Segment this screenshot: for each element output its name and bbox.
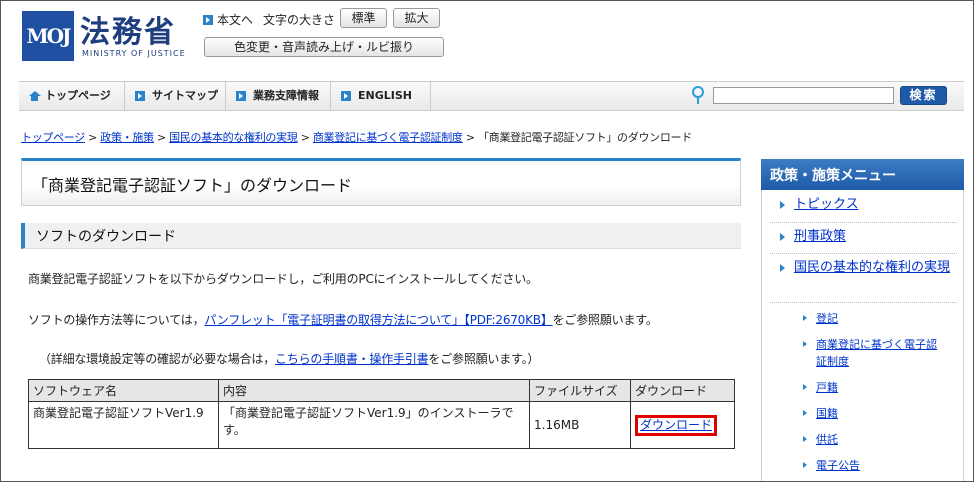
page-frame: MOJ 法務省 MINISTRY OF JUSTICE 本文へ 文字の大きさ 標… xyxy=(0,0,974,482)
nav-home-label: トップページ xyxy=(45,89,111,102)
divider xyxy=(770,222,957,223)
divider xyxy=(770,253,957,254)
breadcrumb-link-top[interactable]: トップページ xyxy=(21,131,85,144)
sidebar-item-label[interactable]: トピックス xyxy=(794,197,859,212)
site-logo-title[interactable]: 法務省 xyxy=(80,7,176,51)
col-header-name: ソフトウェア名 xyxy=(28,379,219,402)
sidebar-subitem-nationality[interactable]: 国籍 xyxy=(762,405,957,422)
manual-paragraph: ソフトの操作方法等については，パンフレット「電子証明書の取得方法について」【PD… xyxy=(28,311,658,328)
page-title: 「商業登記電子認証ソフト」のダウンロード xyxy=(32,176,353,195)
download-table: ソフトウェア名 内容 ファイルサイズ ダウンロード 商業登記電子認証ソフトVer… xyxy=(28,379,735,449)
cell-file-size: 1.16MB xyxy=(529,401,631,449)
manual-suffix: をご参照願います。 xyxy=(552,313,658,327)
breadcrumb-separator: > xyxy=(153,131,170,144)
moj-logo-mark[interactable]: MOJ xyxy=(22,11,74,61)
breadcrumb-separator: > xyxy=(297,131,313,144)
breadcrumb: トップページ > 政策・施策 > 国民の基本的な権利の実現 > 商業登記に基づく… xyxy=(21,129,692,145)
guide-suffix: をご参照願います。） xyxy=(428,352,540,366)
nav-english[interactable]: ENGLISH xyxy=(331,82,431,110)
arrow-right-icon xyxy=(803,436,807,442)
section-heading-box: ソフトのダウンロード xyxy=(21,223,741,249)
manual-prefix: ソフトの操作方法等については， xyxy=(28,313,205,327)
section-title: ソフトのダウンロード xyxy=(36,229,176,245)
skip-to-content-link[interactable]: 本文へ xyxy=(203,11,253,28)
table-row: 商業登記電子認証ソフトVer1.9 「商業登記電子認証ソフトVer1.9」のイン… xyxy=(28,401,735,449)
breadcrumb-separator: > xyxy=(462,131,478,144)
arrow-right-icon xyxy=(803,315,807,321)
table-header-row: ソフトウェア名 内容 ファイルサイズ ダウンロード xyxy=(28,379,735,402)
arrow-right-icon xyxy=(780,233,785,241)
nav-business-label: 業務支障情報 xyxy=(253,89,319,102)
nav-home[interactable]: トップページ xyxy=(19,82,125,110)
arrow-square-icon xyxy=(341,91,351,101)
col-header-description: 内容 xyxy=(218,379,530,402)
search-input[interactable] xyxy=(713,87,894,104)
arrow-right-icon xyxy=(780,201,785,209)
skip-link-label: 本文へ xyxy=(217,13,254,27)
font-size-label: 文字の大きさ xyxy=(263,13,336,27)
col-header-size: ファイルサイズ xyxy=(529,379,631,402)
sidebar-subitem-e-notice[interactable]: 電子公告 xyxy=(762,457,957,474)
guide-paragraph: （詳細な環境設定等の確認が必要な場合は，こちらの手順書・操作手引書をご参照願いま… xyxy=(39,350,539,367)
sidebar-title: 政策・施策メニュー xyxy=(761,159,964,190)
sidebar-subitem-label[interactable]: 国籍 xyxy=(816,407,838,420)
arrow-right-icon xyxy=(780,264,785,272)
breadcrumb-current: 「商業登記電子認証ソフト」のダウンロード xyxy=(477,131,692,144)
cell-software-name: 商業登記電子認証ソフトVer1.9 xyxy=(28,401,219,449)
arrow-right-icon xyxy=(803,410,807,416)
sidebar-subitem-family-register[interactable]: 戸籍 xyxy=(762,379,957,396)
sidebar-subitem-deposit[interactable]: 供託 xyxy=(762,431,957,448)
sidebar-subitem-label[interactable]: 戸籍 xyxy=(816,381,838,394)
site-logo-subtitle: MINISTRY OF JUSTICE xyxy=(82,49,186,58)
arrow-right-icon xyxy=(803,341,807,347)
nav-business-info[interactable]: 業務支障情報 xyxy=(226,82,331,110)
sidebar-item-label[interactable]: 刑事政策 xyxy=(794,229,846,244)
guide-prefix: （詳細な環境設定等の確認が必要な場合は， xyxy=(39,352,276,366)
pamphlet-pdf-link[interactable]: パンフレット「電子証明書の取得方法について」【PDF:2670KB】 xyxy=(204,313,552,327)
cell-description: 「商業登記電子認証ソフトVer1.9」のインストーラです。 xyxy=(218,401,530,449)
sidebar-item-label[interactable]: 国民の基本的な権利の実現 xyxy=(794,260,950,275)
sidebar-item-rights[interactable]: 国民の基本的な権利の実現 xyxy=(762,257,963,279)
sidebar-item-topics[interactable]: トピックス xyxy=(762,194,963,216)
download-link[interactable]: ダウンロード xyxy=(635,414,718,436)
search-button[interactable]: 検索 xyxy=(900,86,947,105)
accessibility-button[interactable]: 色変更・音声読み上げ・ルビ振り xyxy=(204,37,444,57)
font-standard-button[interactable]: 標準 xyxy=(340,8,387,28)
breadcrumb-link-policy[interactable]: 政策・施策 xyxy=(100,131,154,144)
sidebar-subitem-label[interactable]: 電子公告 xyxy=(816,459,860,472)
breadcrumb-link-rights[interactable]: 国民の基本的な権利の実現 xyxy=(169,131,298,144)
nav-sitemap-label: サイトマップ xyxy=(152,89,218,102)
intro-paragraph: 商業登記電子認証ソフトを以下からダウンロードし，ご利用のPCにインストールしてく… xyxy=(28,272,538,286)
sidebar-subitem-label[interactable]: 商業登記に基づく電子認証制度 xyxy=(816,338,937,368)
arrow-right-icon xyxy=(803,462,807,468)
divider xyxy=(770,302,957,303)
arrow-square-icon xyxy=(203,14,213,25)
col-header-download: ダウンロード xyxy=(630,379,735,402)
sidebar-subitem-label[interactable]: 供託 xyxy=(816,433,838,446)
procedure-guide-link[interactable]: こちらの手順書・操作手引書 xyxy=(275,352,429,366)
sidebar-subitem-label[interactable]: 登記 xyxy=(816,312,838,325)
sidebar-item-criminal-policy[interactable]: 刑事政策 xyxy=(762,226,963,248)
breadcrumb-link-e-auth[interactable]: 商業登記に基づく電子認証制度 xyxy=(313,131,463,144)
page-title-box: 「商業登記電子認証ソフト」のダウンロード xyxy=(21,158,741,206)
font-large-button[interactable]: 拡大 xyxy=(393,8,440,28)
arrow-square-icon xyxy=(135,91,145,101)
arrow-square-icon xyxy=(236,91,246,101)
breadcrumb-separator: > xyxy=(84,131,101,144)
nav-sitemap[interactable]: サイトマップ xyxy=(125,82,226,110)
cell-download: ダウンロード xyxy=(630,401,735,449)
nav-english-label: ENGLISH xyxy=(358,89,412,102)
home-icon xyxy=(29,91,41,101)
sidebar-subitem-registration[interactable]: 登記 xyxy=(762,310,957,327)
sidebar-menu: トピックス 刑事政策 国民の基本的な権利の実現 登記 商業登記に基づく電子認証制… xyxy=(761,190,964,481)
arrow-right-icon xyxy=(803,384,807,390)
search-icon xyxy=(692,86,704,104)
sidebar-subitem-e-auth[interactable]: 商業登記に基づく電子認証制度 xyxy=(762,336,957,370)
